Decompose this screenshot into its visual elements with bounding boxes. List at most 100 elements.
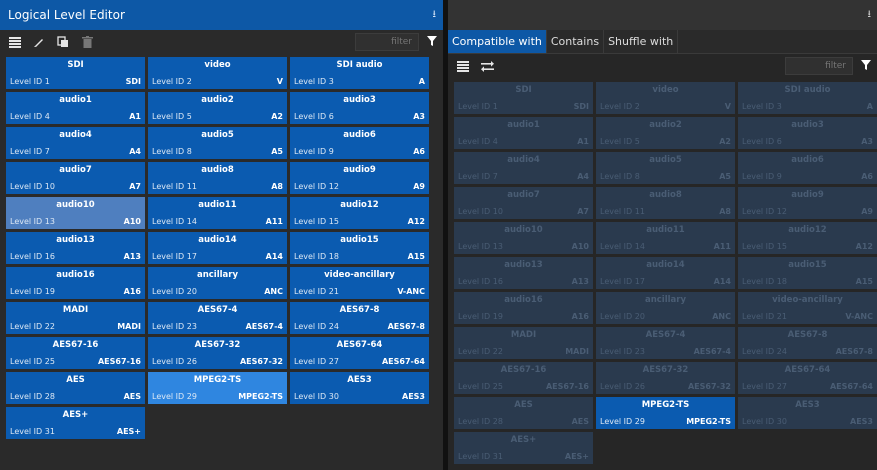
level-tile[interactable]: audio16 Level ID 19 A16 xyxy=(454,292,593,324)
level-tile[interactable]: audio15 Level ID 18 A15 xyxy=(738,257,877,289)
level-tile[interactable]: audio6 Level ID 9 A6 xyxy=(290,127,429,159)
level-tile[interactable]: audio13 Level ID 16 A13 xyxy=(454,257,593,289)
pin-icon[interactable]: ⭳ xyxy=(433,7,437,24)
level-tile[interactable]: audio4 Level ID 7 A4 xyxy=(6,127,145,159)
pin-icon[interactable]: ⭳ xyxy=(868,7,872,24)
level-tile[interactable]: SDI Level ID 1 SDI xyxy=(6,57,145,89)
level-tile[interactable]: audio3 Level ID 6 A3 xyxy=(290,92,429,124)
level-id: Level ID 26 xyxy=(600,382,645,391)
level-tile[interactable]: audio4 Level ID 7 A4 xyxy=(454,152,593,184)
level-tile[interactable]: audio2 Level ID 5 A2 xyxy=(148,92,287,124)
level-tile[interactable]: audio15 Level ID 18 A15 xyxy=(290,232,429,264)
funnel-icon[interactable] xyxy=(861,59,871,73)
level-tile[interactable]: audio6 Level ID 9 A6 xyxy=(738,152,877,184)
level-abbreviation: A3 xyxy=(861,137,873,146)
level-tile[interactable]: audio7 Level ID 10 A7 xyxy=(454,187,593,219)
edit-icon[interactable] xyxy=(30,33,48,51)
filter-input[interactable] xyxy=(785,57,853,75)
level-tile[interactable]: AES67-8 Level ID 24 AES67-8 xyxy=(738,327,877,359)
level-tile[interactable]: AES67-64 Level ID 27 AES67-64 xyxy=(290,337,429,369)
level-tile[interactable]: SDI audio Level ID 3 A xyxy=(290,57,429,89)
level-tile[interactable]: audio12 Level ID 15 A12 xyxy=(290,197,429,229)
level-tile[interactable]: AES67-32 Level ID 26 AES67-32 xyxy=(596,362,735,394)
level-name: AES67-64 xyxy=(784,365,831,375)
level-id: Level ID 22 xyxy=(10,322,55,331)
level-abbreviation: AES67-16 xyxy=(545,382,589,391)
filter-input[interactable] xyxy=(355,33,419,51)
level-tile[interactable]: MPEG2-TS Level ID 29 MPEG2-TS xyxy=(596,397,735,429)
level-id: Level ID 6 xyxy=(742,137,782,146)
level-tile[interactable]: SDI audio Level ID 3 A xyxy=(738,82,877,114)
level-tile[interactable]: audio1 Level ID 4 A1 xyxy=(454,117,593,149)
level-abbreviation: AES+ xyxy=(116,427,141,436)
tab-shuffle-with[interactable]: Shuffle with xyxy=(604,30,679,53)
level-tile[interactable]: audio9 Level ID 12 A9 xyxy=(290,162,429,194)
level-tile[interactable]: AES+ Level ID 31 AES+ xyxy=(454,432,593,464)
tab-contains[interactable]: Contains xyxy=(547,30,605,53)
level-tile[interactable]: AES67-32 Level ID 26 AES67-32 xyxy=(148,337,287,369)
level-tile[interactable]: AES67-8 Level ID 24 AES67-8 xyxy=(290,302,429,334)
list-icon[interactable] xyxy=(454,57,472,75)
level-tile[interactable]: AES3 Level ID 30 AES3 xyxy=(738,397,877,429)
level-tile[interactable]: video-ancillary Level ID 21 V-ANC xyxy=(738,292,877,324)
level-tile[interactable]: audio7 Level ID 10 A7 xyxy=(6,162,145,194)
level-tile[interactable]: audio1 Level ID 4 A1 xyxy=(6,92,145,124)
level-abbreviation: MPEG2-TS xyxy=(686,417,731,426)
level-tile[interactable]: audio11 Level ID 14 A11 xyxy=(596,222,735,254)
level-tile[interactable]: audio10 Level ID 13 A10 xyxy=(454,222,593,254)
level-tile[interactable]: video Level ID 2 V xyxy=(148,57,287,89)
level-id: Level ID 29 xyxy=(152,392,197,401)
level-id: Level ID 31 xyxy=(458,452,503,461)
level-name: audio14 xyxy=(198,235,237,245)
duplicate-icon[interactable] xyxy=(54,33,72,51)
level-tile[interactable]: audio8 Level ID 11 A8 xyxy=(148,162,287,194)
level-abbreviation: A16 xyxy=(571,312,589,321)
level-tile[interactable]: AES67-16 Level ID 25 AES67-16 xyxy=(454,362,593,394)
level-tile[interactable]: MADI Level ID 22 MADI xyxy=(454,327,593,359)
level-tile[interactable]: AES67-16 Level ID 25 AES67-16 xyxy=(6,337,145,369)
level-abbreviation: AES67-64 xyxy=(829,382,873,391)
level-abbreviation: AES67-32 xyxy=(239,357,283,366)
list-icon[interactable] xyxy=(6,33,24,51)
funnel-icon[interactable] xyxy=(427,35,437,49)
level-tile[interactable]: audio9 Level ID 12 A9 xyxy=(738,187,877,219)
level-tile[interactable]: MPEG2-TS Level ID 29 MPEG2-TS xyxy=(148,372,287,404)
level-tile[interactable]: audio2 Level ID 5 A2 xyxy=(596,117,735,149)
level-abbreviation: MPEG2-TS xyxy=(238,392,283,401)
level-tile[interactable]: audio8 Level ID 11 A8 xyxy=(596,187,735,219)
level-tile[interactable]: audio10 Level ID 13 A10 xyxy=(6,197,145,229)
level-id: Level ID 16 xyxy=(10,252,55,261)
level-tile[interactable]: AES67-64 Level ID 27 AES67-64 xyxy=(738,362,877,394)
level-tile[interactable]: AES67-4 Level ID 23 AES67-4 xyxy=(148,302,287,334)
level-abbreviation: A4 xyxy=(577,172,589,181)
compat-title-bar: ⭳ xyxy=(448,0,877,30)
level-tile[interactable]: ancillary Level ID 20 ANC xyxy=(148,267,287,299)
level-tile[interactable]: audio12 Level ID 15 A12 xyxy=(738,222,877,254)
level-tile[interactable]: ancillary Level ID 20 ANC xyxy=(596,292,735,324)
level-tile[interactable]: audio5 Level ID 8 A5 xyxy=(596,152,735,184)
level-tile[interactable]: audio14 Level ID 17 A14 xyxy=(596,257,735,289)
level-tile[interactable]: audio14 Level ID 17 A14 xyxy=(148,232,287,264)
level-tile[interactable]: audio11 Level ID 14 A11 xyxy=(148,197,287,229)
level-id: Level ID 19 xyxy=(458,312,503,321)
level-name: audio12 xyxy=(788,225,827,235)
level-tile[interactable]: video Level ID 2 V xyxy=(596,82,735,114)
level-abbreviation: V-ANC xyxy=(397,287,425,296)
level-tile[interactable]: MADI Level ID 22 MADI xyxy=(6,302,145,334)
level-tile[interactable]: audio16 Level ID 19 A16 xyxy=(6,267,145,299)
level-tile[interactable]: AES Level ID 28 AES xyxy=(454,397,593,429)
level-tile[interactable]: audio5 Level ID 8 A5 xyxy=(148,127,287,159)
level-tile[interactable]: AES+ Level ID 31 AES+ xyxy=(6,407,145,439)
level-id: Level ID 24 xyxy=(742,347,787,356)
level-tile[interactable]: audio3 Level ID 6 A3 xyxy=(738,117,877,149)
delete-icon[interactable] xyxy=(78,33,96,51)
level-name: audio9 xyxy=(791,190,824,200)
level-tile[interactable]: AES67-4 Level ID 23 AES67-4 xyxy=(596,327,735,359)
shuffle-icon[interactable] xyxy=(478,57,496,75)
level-tile[interactable]: SDI Level ID 1 SDI xyxy=(454,82,593,114)
tab-compatible-with[interactable]: Compatible with xyxy=(448,30,547,53)
level-tile[interactable]: video-ancillary Level ID 21 V-ANC xyxy=(290,267,429,299)
level-tile[interactable]: AES3 Level ID 30 AES3 xyxy=(290,372,429,404)
level-tile[interactable]: audio13 Level ID 16 A13 xyxy=(6,232,145,264)
level-tile[interactable]: AES Level ID 28 AES xyxy=(6,372,145,404)
